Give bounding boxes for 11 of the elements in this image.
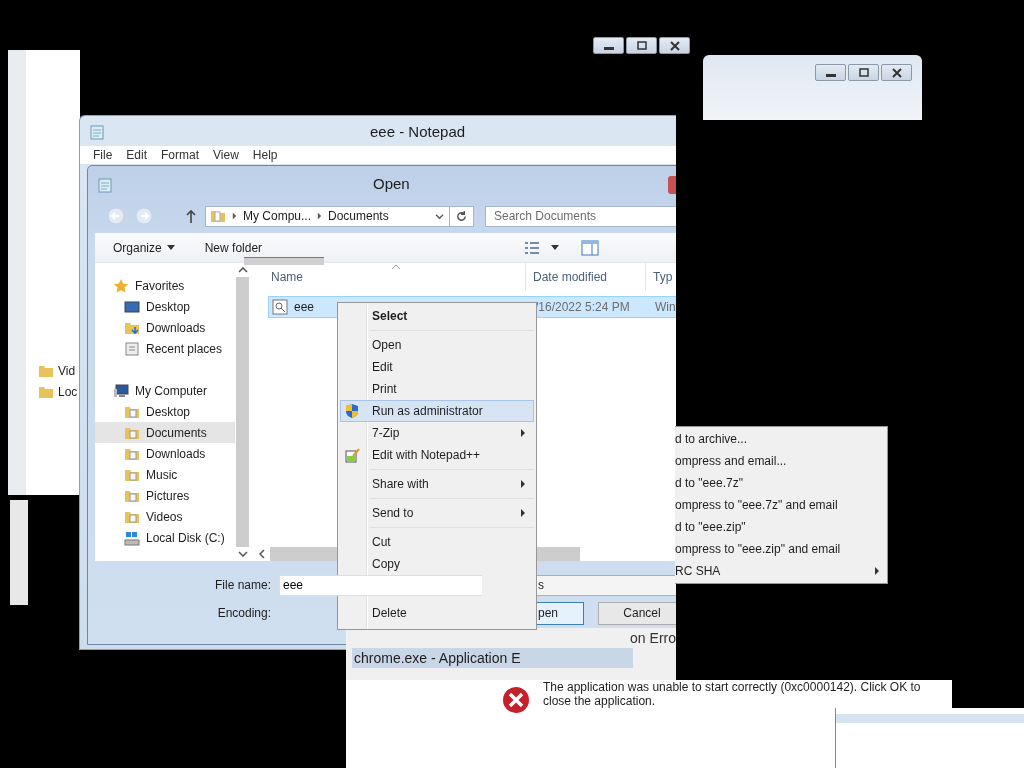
error-message: close the application.	[543, 694, 657, 708]
dialog-title: chrome.exe - Application E	[352, 648, 633, 668]
file-date: /16/2022 5:24 PM	[535, 300, 631, 314]
file-name-label: File name:	[213, 578, 271, 592]
encoding-label: Encoding:	[216, 606, 271, 620]
dialog-title: Open	[373, 175, 410, 192]
file-type: Win	[655, 300, 676, 314]
file-name: eee	[294, 300, 315, 314]
error-message: The application was unable to start correctly (0xc0000142). Click OK to	[543, 680, 921, 694]
dialog-title: on Erro	[630, 630, 676, 646]
window-title: eee - Notepad	[370, 122, 466, 140]
